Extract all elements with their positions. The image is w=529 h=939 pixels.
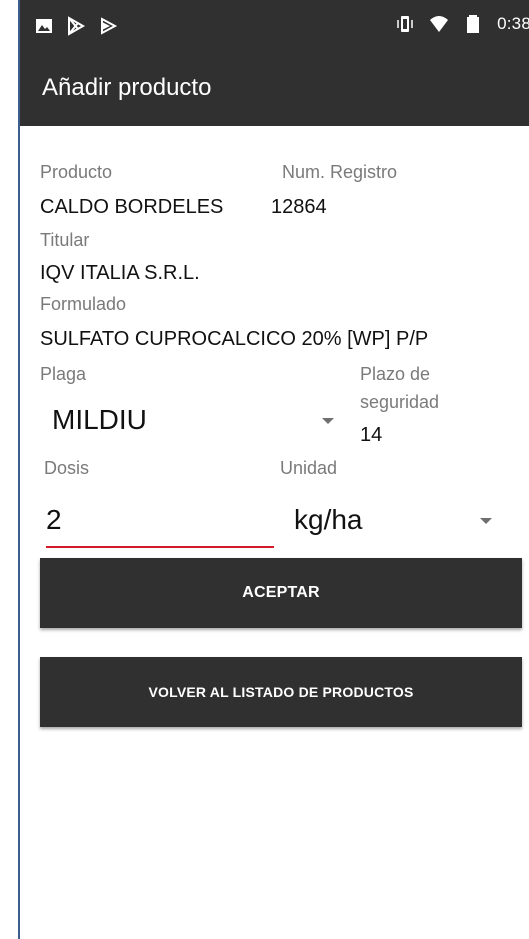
system-icons: 0:38 <box>395 14 529 34</box>
plazo-value: 14 <box>360 424 383 446</box>
plaga-spinner[interactable]: MILDIU <box>40 396 340 446</box>
dosis-input[interactable]: 2 <box>42 500 274 548</box>
dosis-input-underline <box>46 546 274 548</box>
back-to-list-button[interactable]: VOLVER AL LISTADO DE PRODUCTOS <box>40 657 522 727</box>
titular-value: IQV ITALIA S.R.L. <box>40 262 200 284</box>
play-icon <box>101 17 118 35</box>
plaga-selected: MILDIU <box>52 404 147 435</box>
vibrate-icon <box>397 16 413 32</box>
plazo-label-line1: Plazo de <box>360 364 431 384</box>
battery-icon <box>467 15 480 33</box>
notification-icons <box>34 16 118 36</box>
plazo-label-line2: seguridad <box>360 392 440 412</box>
status-bar: 0:38 <box>20 0 529 56</box>
producto-label: Producto <box>40 162 113 182</box>
titular-label: Titular <box>40 230 90 250</box>
dosis-label: Dosis <box>44 458 90 478</box>
producto-value: CALDO BORDELES <box>40 196 224 218</box>
image-icon <box>36 19 52 33</box>
registro-value: 12864 <box>271 196 327 218</box>
wifi-icon <box>430 16 449 32</box>
play-store-icon <box>68 16 86 36</box>
app-screen: 0:38 Añadir producto Producto Num. Regis… <box>18 0 529 939</box>
chevron-down-icon <box>480 518 492 524</box>
formulado-value: SULFATO CUPROCALCICO 20% [WP] P/P <box>40 328 429 350</box>
app-bar: Añadir producto <box>20 56 529 126</box>
accept-button[interactable]: ACEPTAR <box>40 558 522 628</box>
chevron-down-icon <box>322 418 334 424</box>
unidad-selected: kg/ha <box>294 504 363 535</box>
clock: 0:38 <box>497 14 529 33</box>
dosis-value: 2 <box>46 504 62 535</box>
unidad-spinner[interactable]: kg/ha <box>282 500 502 550</box>
page-title: Añadir producto <box>42 74 212 101</box>
registro-label: Num. Registro <box>282 162 398 182</box>
formulado-label: Formulado <box>40 294 127 314</box>
unidad-label: Unidad <box>280 458 338 478</box>
plaga-label: Plaga <box>40 364 87 384</box>
